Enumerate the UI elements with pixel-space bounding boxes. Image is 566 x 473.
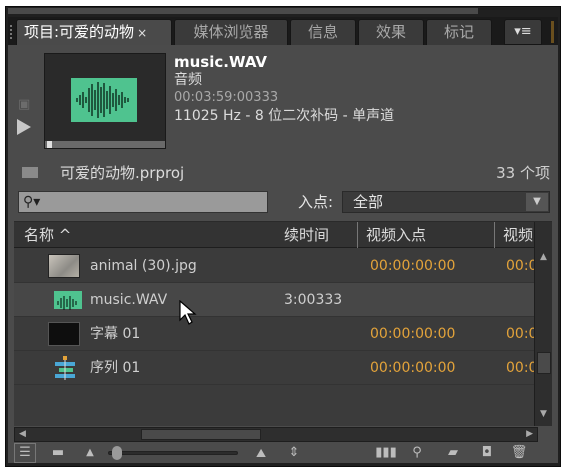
- list-view-icon[interactable]: ☰: [14, 443, 36, 463]
- preview-scrubber-handle[interactable]: [47, 141, 52, 148]
- bottom-toolbar: ☰ ▬ ▲ ⛰ ⇕ ▮▮▮ ⚲ ▰ ◘ 🗑: [8, 443, 558, 463]
- panel-edge-marker: [551, 21, 554, 43]
- title-thumbnail-icon: [48, 322, 80, 346]
- list-item[interactable]: 字幕 01 00:00:00:00 00:0: [14, 317, 534, 351]
- list-item[interactable]: animal (30).jpg 00:00:00:00 00:0: [14, 249, 534, 283]
- item-name: 序列 01: [90, 360, 141, 376]
- search-icon[interactable]: ⚲▾: [23, 192, 40, 212]
- tab-info[interactable]: 信息: [290, 19, 356, 45]
- column-name[interactable]: 名称 ^: [24, 222, 71, 248]
- list-item[interactable]: music.WAV 3:00333: [14, 283, 534, 317]
- column-video-out[interactable]: 视频出: [494, 222, 534, 248]
- scroll-left-icon[interactable]: ◀: [19, 428, 26, 441]
- item-count: 33 个项: [496, 164, 550, 182]
- folder-icon: [22, 167, 38, 178]
- preview-scrubber[interactable]: [45, 141, 165, 148]
- sort-icon[interactable]: ⇕: [286, 443, 302, 463]
- clip-duration: 00:03:59:00333: [174, 90, 279, 105]
- clip-filename: music.WAV: [174, 53, 268, 71]
- search-field[interactable]: ⚲▾: [18, 191, 268, 213]
- column-name-label: 名称: [24, 226, 55, 244]
- column-duration[interactable]: 续时间: [284, 222, 354, 248]
- clip-type: 音频: [174, 72, 202, 88]
- zoom-out-icon[interactable]: ▲: [82, 443, 98, 463]
- project-file-name: 可爱的动物.prproj: [60, 164, 185, 182]
- panel-grip-handle[interactable]: [10, 25, 14, 39]
- tab-markers[interactable]: 标记: [426, 19, 492, 45]
- tab-project-label: 项目:可爱的动物: [24, 23, 135, 41]
- horizontal-scrollbar[interactable]: ◀ ▶: [14, 427, 538, 442]
- sequence-icon: [52, 355, 78, 381]
- list-item[interactable]: 序列 01 00:00:00:00 00:0: [14, 351, 534, 385]
- item-duration: 3:00333: [284, 292, 343, 308]
- tab-media-browser[interactable]: 媒体浏览器: [174, 19, 288, 45]
- new-bin-icon[interactable]: ▰: [442, 443, 464, 463]
- clip-format: 11025 Hz - 8 位二次补码 - 单声道: [174, 108, 395, 124]
- scroll-up-icon[interactable]: ▲: [540, 252, 547, 262]
- panel-top-strip: [8, 8, 478, 14]
- item-video-out: 00:0: [506, 360, 534, 376]
- horizontal-scroll-thumb[interactable]: [141, 429, 261, 440]
- image-thumbnail-icon: [48, 254, 80, 278]
- zoom-slider-track[interactable]: [108, 451, 238, 455]
- automate-to-sequence-icon[interactable]: ▮▮▮: [374, 443, 398, 463]
- search-input[interactable]: [49, 194, 259, 210]
- zoom-in-icon[interactable]: ⛰: [248, 443, 274, 463]
- item-video-in: 00:00:00:00: [370, 360, 456, 376]
- column-video-in[interactable]: 视频入点: [357, 222, 487, 248]
- in-point-label: 入点:: [298, 193, 334, 211]
- audio-waveform-icon: [54, 291, 82, 310]
- in-point-value: 全部: [353, 193, 384, 211]
- tab-project[interactable]: 项目:可爱的动物 ×: [16, 19, 172, 45]
- clip-info: music.WAV 音频 00:03:59:00333 11025 Hz - 8…: [174, 53, 394, 125]
- waveform-icon: [71, 78, 137, 122]
- chevron-down-icon[interactable]: ▼: [526, 193, 548, 211]
- sort-ascending-icon[interactable]: ^: [59, 226, 72, 244]
- scroll-right-icon[interactable]: ▶: [526, 428, 533, 441]
- mouse-cursor-icon: [179, 300, 197, 325]
- project-item-list: 名称 ^ 续时间 视频入点 视频出 animal (30).jpg 00:00:…: [14, 221, 552, 426]
- tab-bar: 项目:可爱的动物 × 媒体浏览器 信息 效果 标记 ▾≡: [8, 17, 558, 45]
- camera-icon[interactable]: ▣: [18, 97, 30, 112]
- item-video-out: 00:0: [506, 326, 534, 342]
- item-video-out: 00:0: [506, 258, 534, 274]
- project-panel: ▣ music.WAV 音频 00:03:59:00333 11025 Hz -…: [8, 45, 558, 463]
- item-name: music.WAV: [90, 292, 168, 308]
- icon-view-icon[interactable]: ▬: [48, 443, 68, 463]
- list-header: 名称 ^ 续时间 视频入点 视频出: [14, 222, 534, 248]
- new-item-icon[interactable]: ◘: [476, 443, 498, 463]
- item-video-in: 00:00:00:00: [370, 326, 456, 342]
- tab-effects[interactable]: 效果: [358, 19, 424, 45]
- vertical-scroll-thumb[interactable]: [537, 352, 551, 374]
- item-name: animal (30).jpg: [90, 258, 197, 274]
- item-video-in: 00:00:00:00: [370, 258, 456, 274]
- item-name: 字幕 01: [90, 326, 141, 342]
- zoom-slider-handle[interactable]: [112, 446, 122, 460]
- play-icon[interactable]: [17, 119, 31, 135]
- vertical-scrollbar[interactable]: ▲ ▼: [534, 222, 552, 426]
- find-icon[interactable]: ⚲: [406, 443, 428, 463]
- preview-thumbnail: [44, 53, 166, 149]
- scroll-down-icon[interactable]: ▼: [540, 409, 547, 419]
- trash-icon[interactable]: 🗑: [508, 443, 530, 463]
- panel-menu-button[interactable]: ▾≡: [504, 19, 542, 45]
- in-point-dropdown[interactable]: 全部 ▼: [342, 191, 550, 213]
- close-icon[interactable]: ×: [137, 26, 147, 40]
